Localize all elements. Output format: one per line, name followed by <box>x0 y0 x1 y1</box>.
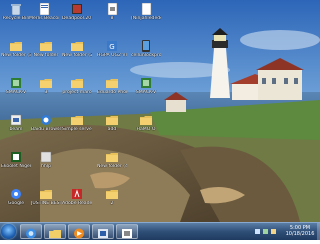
video-file-icon <box>72 4 82 14</box>
folder-icon <box>40 42 52 51</box>
desktop-icon-folder[interactable]: JUSTINE BEST SONGS <box>31 188 61 206</box>
desktop-icon-file[interactable]: [Ninjahledede]... <box>131 3 161 21</box>
document-icon <box>39 3 50 15</box>
folder-icon <box>106 116 118 125</box>
desktop-icon-folder[interactable]: Eduardo Phones... <box>97 77 127 95</box>
media-glyph <box>74 228 84 239</box>
folder-icon <box>106 153 118 162</box>
desktop-icon-pdf[interactable]: Adobe Reader 9 <box>62 188 92 206</box>
desktop-icon-folder[interactable]: HaMO O <box>131 114 161 132</box>
browser-icon <box>11 189 21 199</box>
desktop-icon-label: 2 <box>110 201 114 206</box>
browser-icon <box>41 115 51 125</box>
desktop-icon-label: 8 <box>110 16 114 21</box>
desktop-icon-app[interactable]: Ekoolet Nigeria <box>1 151 31 169</box>
explorer-glyph <box>49 230 61 238</box>
ie-glyph <box>26 228 36 239</box>
folder-icon <box>10 42 22 51</box>
folder-icon <box>140 116 152 125</box>
desktop-icon-folder[interactable]: project maro <box>62 77 92 95</box>
desktop-icon-folder[interactable]: New folder (3) <box>1 40 31 58</box>
desktop-icon-app[interactable]: cellunlockpro v2023 <box>131 40 161 58</box>
pdf-icon <box>72 189 82 199</box>
desktop-icon-label: [Ninjahledede]... <box>131 16 161 21</box>
app-icon: G <box>107 41 117 51</box>
clock-date: 10/18/2016 <box>285 231 315 237</box>
desktop-icon-label: beam <box>9 127 23 132</box>
desktop-icon-folder[interactable]: New folder <box>31 40 61 58</box>
folder-icon <box>106 190 118 199</box>
media-player-icon[interactable] <box>68 224 90 239</box>
desktop-icon-label: HGPA UG2 VISIBRT <box>97 53 127 58</box>
desktop-icon-folder[interactable]: 3 <box>31 77 61 95</box>
desktop-icon-label: SMACK-V <box>135 90 157 95</box>
desktop-icon-app[interactable]: SMACK-V <box>131 77 161 95</box>
desktop-icon-label: New folder (2) <box>62 53 92 58</box>
desktop-icon-folder[interactable]: Simple server <box>62 114 92 132</box>
folder-icon <box>71 79 83 88</box>
desktop-icon-app[interactable]: hhlp <box>31 151 61 169</box>
app-icon <box>11 78 21 88</box>
desktop-icon-label: cellunlockpro v2023 <box>131 53 161 58</box>
desktop-icon-label: SMACK-V <box>5 90 27 95</box>
desktop-icon-recycle-bin[interactable]: Recycle Bin <box>1 3 31 21</box>
app-icon <box>11 152 21 162</box>
app-icon <box>141 78 151 88</box>
file-icon <box>107 3 118 15</box>
desktop-icon-label: Google <box>7 201 25 206</box>
desktop-icon-label: New folder (3) <box>1 53 31 58</box>
desktop-icon-folder[interactable]: add <box>97 114 127 132</box>
desktop-icon-browser[interactable]: Google <box>1 188 31 206</box>
app-icon <box>142 40 150 52</box>
desktop-icon-folder[interactable]: 2 <box>97 188 127 206</box>
start-button[interactable] <box>1 224 16 239</box>
desktop-icon-label: HaMO O <box>136 127 156 132</box>
desktop-icon-app[interactable]: G HGPA UG2 VISIBRT <box>97 40 127 58</box>
desktop-icon-app[interactable]: beam <box>1 114 31 132</box>
internet-explorer-icon[interactable] <box>20 224 42 239</box>
desktop-icon-label: add <box>107 127 117 132</box>
folder-icon <box>71 116 83 125</box>
desktop-icon-label: Adobe Reader 9 <box>62 201 92 206</box>
desktop-icon-label: Recycle Bin <box>2 16 30 21</box>
desktop-icon-browser[interactable]: Baidu Browser <box>31 114 61 132</box>
desktop-icon-label: Simple server <box>62 127 92 132</box>
svg-text:G: G <box>109 43 114 51</box>
app-glyph <box>122 229 132 238</box>
folder-icon <box>40 190 52 199</box>
desktop-icon-folder[interactable]: New folder (4) <box>97 151 127 169</box>
system-tray: 5:00 PM 10/18/2016 <box>250 223 320 240</box>
desktop-icon-document[interactable]: Merlis Beacon Teaches Yy... <box>29 3 59 21</box>
desktop-icon-label: Ekoolet Nigeria <box>1 164 31 169</box>
desktop-icon-label: 3 <box>44 90 48 95</box>
app-icon <box>10 114 22 126</box>
desktop-icon-label: Eduardo Phones... <box>97 90 127 95</box>
folder-icon <box>106 79 118 88</box>
desktop: Recycle Bin Merlis Beacon Teaches Yy... … <box>0 0 320 222</box>
windows-explorer-icon[interactable] <box>44 224 66 239</box>
folder-icon <box>40 79 52 88</box>
desktop-icon-label: New folder (4) <box>97 164 127 169</box>
desktop-icon-label: hhlp <box>40 164 51 169</box>
desktop-icon-app[interactable]: SMACK-V <box>1 77 31 95</box>
file-icon <box>141 3 152 15</box>
desktop-icon-folder[interactable]: New folder (2) <box>62 40 92 58</box>
app-icon[interactable] <box>92 224 114 239</box>
folder-icon <box>71 42 83 51</box>
recycle-bin-icon <box>11 4 21 15</box>
clock[interactable]: 5:00 PM 10/18/2016 <box>283 225 317 237</box>
app-icon <box>40 151 52 163</box>
tray-icons[interactable] <box>254 227 280 237</box>
desktop-icon-label: Merlis Beacon Teaches Yy... <box>29 16 59 21</box>
desktop-icon-file-8[interactable]: 8 <box>97 3 127 21</box>
desktop-icon-video[interactable]: Deadpool.2018... <box>62 3 92 21</box>
app-glyph <box>98 229 108 238</box>
app-icon[interactable] <box>116 224 138 239</box>
desktop-icon-label: Deadpool.2018... <box>62 16 92 21</box>
taskbar: 5:00 PM 10/18/2016 <box>0 222 320 240</box>
desktop-icon-label: project maro <box>62 90 92 95</box>
desktop-icon-label: New folder <box>33 53 59 58</box>
desktop-icon-label: Baidu Browser <box>31 127 61 132</box>
desktop-icon-label: JUSTINE BEST SONGS <box>31 201 61 206</box>
